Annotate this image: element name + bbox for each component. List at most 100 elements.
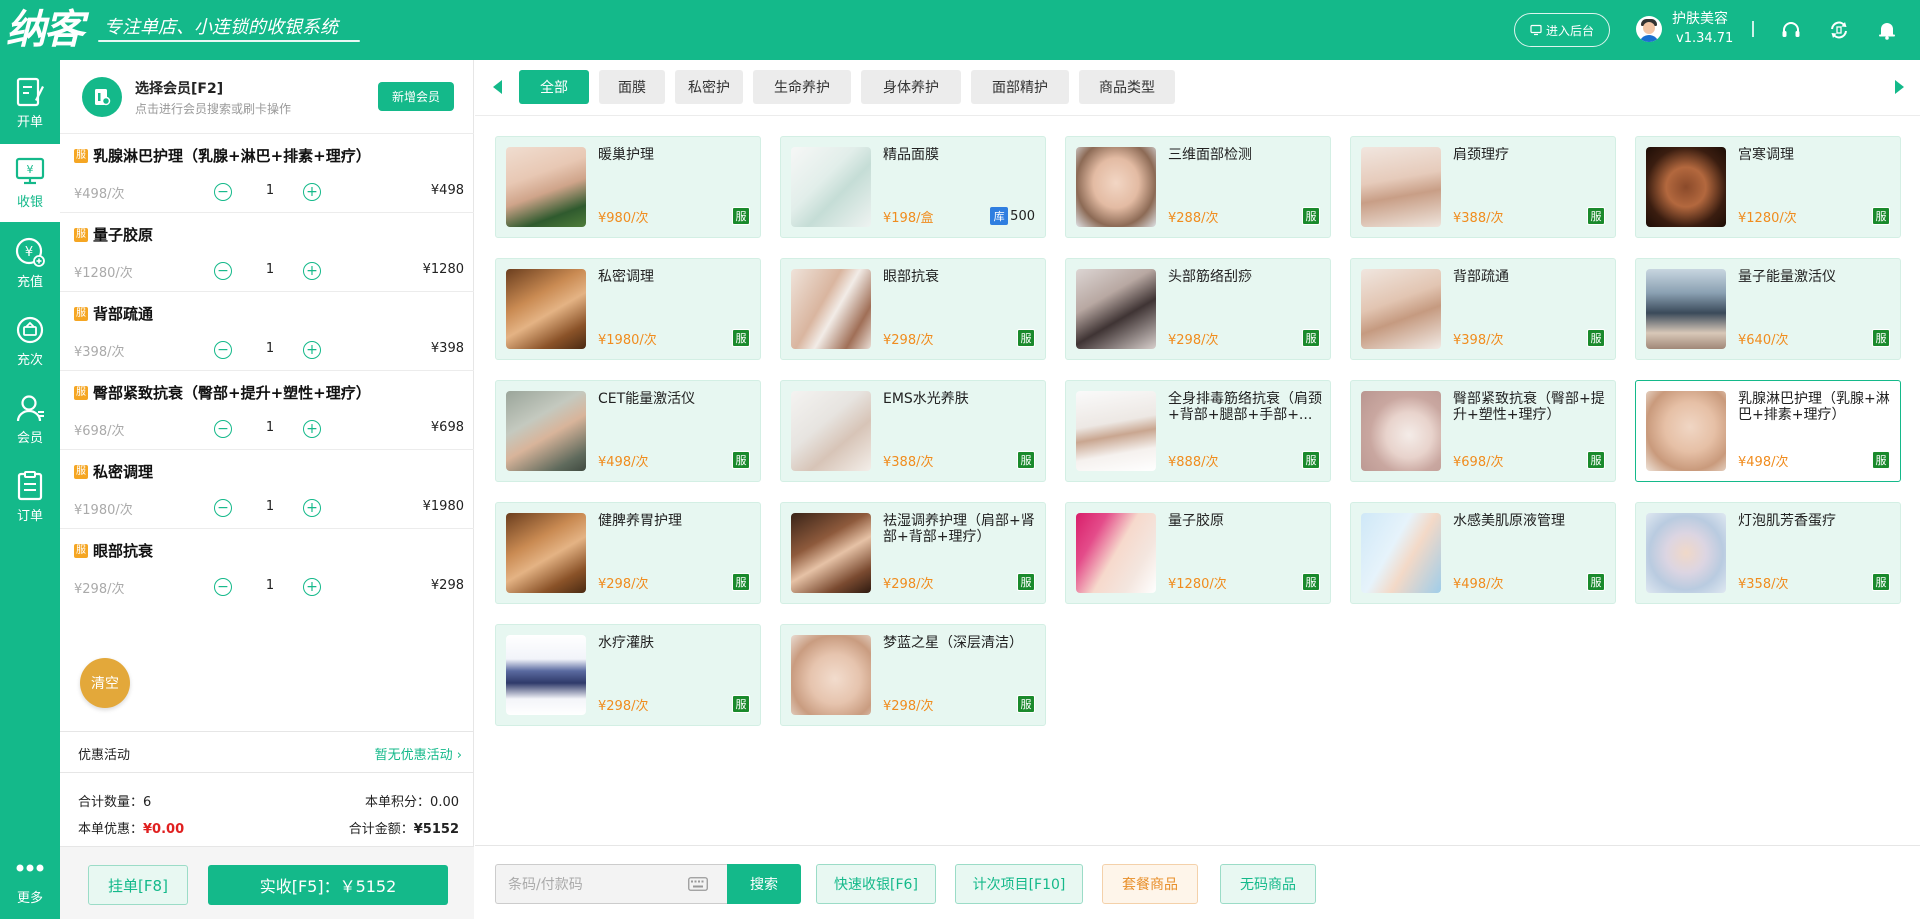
order-item-qty[interactable]: 1	[260, 578, 280, 593]
nav-open-order[interactable]: 开单	[0, 64, 60, 142]
decrease-qty-button[interactable]: −	[214, 262, 232, 280]
search-button[interactable]: 搜索	[727, 864, 801, 904]
product-card[interactable]: 眼部抗衰 ¥298/次 服	[780, 258, 1046, 360]
tab-body-care[interactable]: 身体养护	[861, 70, 961, 104]
order-item[interactable]: 服 眼部抗衰 ¥298/次 − 1 + ¥298	[60, 529, 474, 608]
service-badge: 服	[74, 544, 88, 558]
product-card[interactable]: 梦蓝之星（深层清洁） ¥298/次 服	[780, 624, 1046, 726]
product-card[interactable]: 背部疏通 ¥398/次 服	[1350, 258, 1616, 360]
promotion-value[interactable]: 暂无优惠活动 ›	[375, 744, 462, 763]
cashier-icon: ¥	[15, 157, 45, 185]
times-recharge-icon	[16, 316, 44, 344]
bell-icon[interactable]	[1876, 19, 1898, 41]
select-member-title[interactable]: 选择会员[F2]	[135, 78, 223, 98]
product-card[interactable]: 三维面部检测 ¥288/次 服	[1065, 136, 1331, 238]
product-card[interactable]: 头部筋络刮痧 ¥298/次 服	[1065, 258, 1331, 360]
order-item-qty[interactable]: 1	[260, 420, 280, 435]
product-image	[1076, 269, 1156, 349]
sync-icon[interactable]	[1828, 19, 1850, 41]
product-card[interactable]: 私密调理 ¥1980/次 服	[495, 258, 761, 360]
product-card[interactable]: CET能量激活仪 ¥498/次 服	[495, 380, 761, 482]
tab-private-care[interactable]: 私密护	[675, 70, 743, 104]
order-item[interactable]: 服 背部疏通 ¥398/次 − 1 + ¥398	[60, 292, 474, 371]
product-card[interactable]: 精品面膜 ¥198/盒 库 500	[780, 136, 1046, 238]
decrease-qty-button[interactable]: −	[214, 499, 232, 517]
product-card[interactable]: 全身排毒筋络抗衰（肩颈+背部+腿部+手部+... ¥888/次 服	[1065, 380, 1331, 482]
count-item-button[interactable]: 计次项目[F10]	[955, 864, 1083, 904]
new-member-button[interactable]: 新增会员	[378, 82, 454, 111]
member-select-bar[interactable]: 选择会员[F2] 点击进行会员搜索或刷卡操作 新增会员	[60, 60, 474, 134]
no-code-item-button[interactable]: 无码商品	[1220, 864, 1316, 904]
increase-qty-button[interactable]: +	[303, 578, 321, 596]
increase-qty-button[interactable]: +	[303, 420, 321, 438]
order-item[interactable]: 服 臀部紧致抗衰（臀部+提升+塑性+理疗） ¥698/次 − 1 + ¥698	[60, 371, 474, 450]
category-prev-icon[interactable]	[493, 80, 502, 94]
product-price: ¥498/次	[1738, 455, 1789, 470]
package-button[interactable]: 套餐商品	[1102, 864, 1198, 904]
order-icon	[17, 471, 43, 501]
order-item-qty[interactable]: 1	[260, 262, 280, 277]
keyboard-icon[interactable]	[688, 877, 708, 891]
product-card[interactable]: 灯泡肌芳香蛋疗 ¥358/次 服	[1635, 502, 1901, 604]
product-card[interactable]: EMS水光养肤 ¥388/次 服	[780, 380, 1046, 482]
decrease-qty-button[interactable]: −	[214, 341, 232, 359]
category-next-icon[interactable]	[1895, 80, 1904, 94]
order-item[interactable]: 服 私密调理 ¥1980/次 − 1 + ¥1980	[60, 450, 474, 529]
product-image	[1076, 391, 1156, 471]
product-card[interactable]: 宫寒调理 ¥1280/次 服	[1635, 136, 1901, 238]
nav-times-recharge[interactable]: 充次	[0, 302, 60, 380]
nav-more[interactable]: 更多	[0, 840, 60, 918]
increase-qty-button[interactable]: +	[303, 262, 321, 280]
product-name: 梦蓝之星（深层清洁）	[883, 635, 1023, 651]
enter-backend-button[interactable]: 进入后台	[1514, 13, 1610, 47]
increase-qty-button[interactable]: +	[303, 183, 321, 201]
service-badge: 服	[74, 386, 88, 400]
pay-button[interactable]: 实收[F5]：￥5152	[208, 865, 448, 905]
decrease-qty-button[interactable]: −	[214, 578, 232, 596]
yen-add-icon: ¥	[15, 237, 45, 267]
tab-life-care[interactable]: 生命养护	[753, 70, 851, 104]
product-card[interactable]: 祛湿调养护理（肩部+肾部+背部+理疗） ¥298/次 服	[780, 502, 1046, 604]
store-name[interactable]: 护肤美容	[1672, 10, 1728, 28]
nav-cashier[interactable]: ¥ 收银	[0, 144, 60, 222]
product-card[interactable]: 水感美肌原液管理 ¥498/次 服	[1350, 502, 1616, 604]
order-item-total: ¥698	[430, 420, 464, 435]
tab-mask[interactable]: 面膜	[599, 70, 665, 104]
decrease-qty-button[interactable]: −	[214, 420, 232, 438]
order-item[interactable]: 服 乳腺淋巴护理（乳腺+淋巴+排素+理疗） ¥498/次 − 1 + ¥498	[60, 134, 474, 213]
order-item-qty[interactable]: 1	[260, 341, 280, 356]
clear-cart-button[interactable]: 清空	[80, 658, 130, 708]
product-price: ¥298/次	[883, 577, 934, 592]
product-card[interactable]: 肩颈理疗 ¥388/次 服	[1350, 136, 1616, 238]
product-name: 肩颈理疗	[1453, 147, 1509, 163]
tab-product-type[interactable]: 商品类型	[1079, 70, 1175, 104]
product-card[interactable]: 水疗灌肤 ¥298/次 服	[495, 624, 761, 726]
nav-recharge[interactable]: ¥ 充值	[0, 224, 60, 302]
product-name: 灯泡肌芳香蛋疗	[1738, 513, 1836, 529]
order-item[interactable]: 服 量子胶原 ¥1280/次 − 1 + ¥1280	[60, 213, 474, 292]
product-image	[1646, 391, 1726, 471]
product-card[interactable]: 量子胶原 ¥1280/次 服	[1065, 502, 1331, 604]
product-card[interactable]: 臀部紧致抗衰（臀部+提升+塑性+理疗） ¥698/次 服	[1350, 380, 1616, 482]
hold-order-button[interactable]: 挂单[F8]	[88, 865, 188, 905]
decrease-qty-button[interactable]: −	[214, 183, 232, 201]
product-card[interactable]: 量子能量激活仪 ¥640/次 服	[1635, 258, 1901, 360]
order-item-total: ¥398	[430, 341, 464, 356]
product-card[interactable]: 乳腺淋巴护理（乳腺+淋巴+排素+理疗） ¥498/次 服	[1635, 380, 1901, 482]
product-card[interactable]: 健脾养胃护理 ¥298/次 服	[495, 502, 761, 604]
product-card[interactable]: 暖巢护理 ¥980/次 服	[495, 136, 761, 238]
headset-icon[interactable]	[1780, 19, 1802, 41]
nav-orders[interactable]: 订单	[0, 458, 60, 536]
increase-qty-button[interactable]: +	[303, 499, 321, 517]
product-price: ¥198/盒	[883, 211, 934, 226]
nav-member[interactable]: 会员	[0, 380, 60, 458]
quick-pay-button[interactable]: 快速收银[F6]	[816, 864, 936, 904]
user-avatar[interactable]	[1636, 16, 1662, 42]
order-item-qty[interactable]: 1	[260, 183, 280, 198]
promotion-row[interactable]: 优惠活动 暂无优惠活动 ›	[60, 731, 474, 773]
tab-facial-care[interactable]: 面部精护	[971, 70, 1069, 104]
order-item-qty[interactable]: 1	[260, 499, 280, 514]
product-image	[791, 391, 871, 471]
increase-qty-button[interactable]: +	[303, 341, 321, 359]
tab-all[interactable]: 全部	[519, 70, 589, 104]
